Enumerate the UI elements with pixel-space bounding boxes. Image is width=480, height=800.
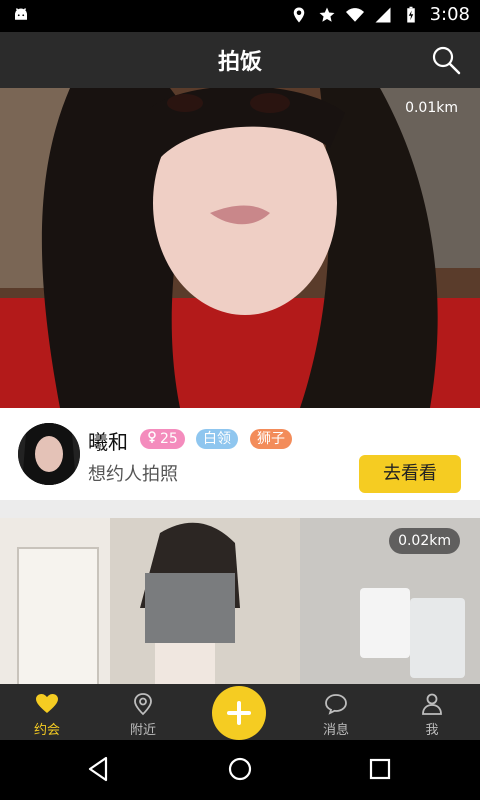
back-icon[interactable] [84, 754, 114, 784]
profile-photo[interactable]: 0.01km [0, 88, 480, 408]
heart-icon [36, 694, 58, 713]
status-right: 3:08 [290, 4, 470, 25]
tab-me-label: 我 [425, 723, 439, 738]
distance-label: 0.01km [405, 100, 458, 116]
job-badge: 白领 [196, 429, 238, 449]
zodiac-badge: 狮子 [250, 429, 292, 449]
recents-icon[interactable] [365, 754, 395, 784]
activity-text: 想约人拍照 [88, 464, 178, 485]
female-icon [148, 431, 156, 443]
tab-messages[interactable]: 消息 [296, 684, 376, 740]
view-button[interactable]: 去看看 [359, 455, 461, 493]
tab-date[interactable]: 约会 [7, 684, 87, 740]
tab-nearby[interactable]: 附近 [103, 684, 183, 740]
wifi-icon [345, 7, 364, 22]
avatar-image [18, 423, 80, 485]
user-name: 曦和 [88, 430, 128, 454]
add-button[interactable] [212, 686, 266, 740]
feed-card[interactable]: 0.01km 曦和 25 白领 狮子 想约人拍照 去看看 [0, 88, 480, 500]
plus-icon [227, 701, 251, 725]
android-debug-icon [15, 8, 27, 20]
page-title: 拍饭 [217, 50, 262, 75]
bottom-navigation: 约会 附近 消息 我 [0, 684, 480, 740]
search-icon[interactable] [430, 44, 462, 76]
clock: 3:08 [429, 4, 470, 25]
distance-label: 0.02km [389, 528, 460, 554]
location-pin-icon [134, 693, 152, 716]
status-bar: 3:08 [0, 0, 480, 32]
cell-signal-icon [375, 7, 391, 22]
star-icon [319, 7, 335, 22]
person-icon [422, 693, 442, 715]
profile-row[interactable]: 曦和 25 白领 狮子 想约人拍照 去看看 [0, 408, 480, 500]
chat-bubble-icon [325, 694, 347, 715]
avatar[interactable] [18, 423, 80, 485]
system-navigation-bar [0, 740, 480, 800]
tab-me[interactable]: 我 [392, 684, 472, 740]
age-badge: 25 [140, 429, 185, 449]
photo-image [0, 88, 480, 408]
location-icon [293, 7, 304, 22]
tab-messages-label: 消息 [322, 723, 349, 738]
home-icon[interactable] [225, 754, 255, 784]
tab-nearby-label: 附近 [129, 723, 156, 738]
top-app-bar: 拍饭 [0, 32, 480, 88]
feed[interactable]: 0.01km 曦和 25 白领 狮子 想约人拍照 去看看 0.02km [0, 88, 480, 684]
feed-card[interactable]: 0.02km [0, 518, 480, 684]
battery-charging-icon [406, 6, 415, 22]
age-value: 25 [160, 431, 178, 447]
tab-date-label: 约会 [33, 723, 60, 738]
